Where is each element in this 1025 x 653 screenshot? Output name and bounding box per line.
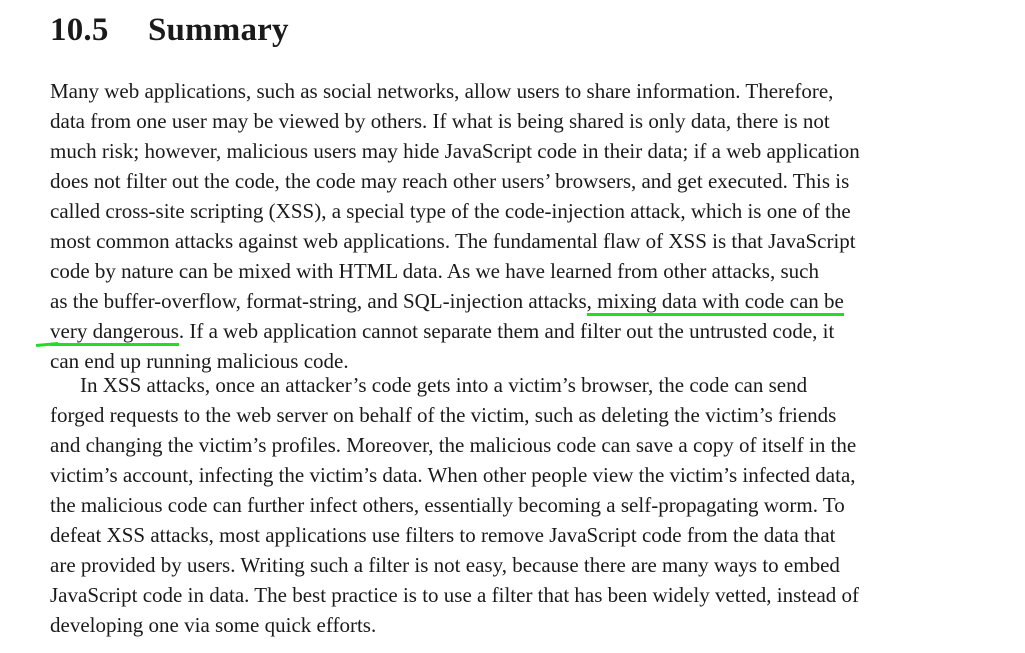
paragraph-1: Many web applications, such as social ne… xyxy=(35,76,980,376)
text-line: does not filter out the code, the code m… xyxy=(50,169,850,193)
text-line: called cross-site scripting (XSS), a spe… xyxy=(50,199,851,223)
text-line: developing one via some quick efforts. xyxy=(50,613,377,637)
text-line: and changing the victim’s profiles. More… xyxy=(50,433,857,457)
text-line: are provided by users. Writing such a fi… xyxy=(50,553,840,577)
text-line: forged requests to the web server on beh… xyxy=(50,403,837,427)
text-line: data from one user may be viewed by othe… xyxy=(50,109,830,133)
section-title: Summary xyxy=(148,12,289,48)
text-line: victim’s account, infecting the victim’s… xyxy=(50,463,856,487)
highlighted-phrase: , mixing data with code can be xyxy=(586,289,844,316)
text-line: much risk; however, malicious users may … xyxy=(50,139,860,163)
text-segment: . If a web application cannot separate t… xyxy=(178,319,835,343)
text-line: In XSS attacks, once an attacker’s code … xyxy=(80,373,808,397)
text-line: most common attacks against web applicat… xyxy=(50,229,856,253)
text-line: the malicious code can further infect ot… xyxy=(50,493,845,517)
text-line: very dangerous. If a web application can… xyxy=(35,316,980,347)
text-line: JavaScript code in data. The best practi… xyxy=(50,583,860,607)
text-line: code by nature can be mixed with HTML da… xyxy=(50,259,819,283)
text-line: as the buffer-overflow, format-string, a… xyxy=(50,286,980,316)
highlighted-phrase: very dangerous xyxy=(50,319,179,346)
text-line: Many web applications, such as social ne… xyxy=(50,79,834,103)
section-heading: 10.5 Summary xyxy=(50,12,289,49)
paragraph-2: In XSS attacks, once an attacker’s code … xyxy=(50,370,980,640)
section-number: 10.5 xyxy=(50,12,109,48)
document-page: 10.5 Summary Many web applications, such … xyxy=(0,0,1025,653)
text-segment: as the buffer-overflow, format-string, a… xyxy=(50,289,587,313)
text-line: defeat XSS attacks, most applications us… xyxy=(50,523,836,547)
